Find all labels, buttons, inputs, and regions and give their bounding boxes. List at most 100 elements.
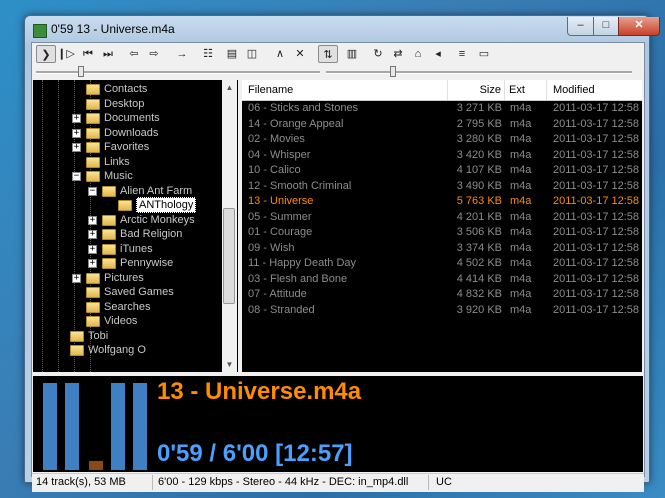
- folder-icon: [118, 200, 132, 211]
- folder-icon: [86, 272, 100, 284]
- previous-icon[interactable]: ⏮: [78, 45, 98, 63]
- table-row[interactable]: 12 - Smooth Criminal 3 490 KB m4a 2011-03-1…: [242, 179, 642, 195]
- expand-icon[interactable]: +: [88, 215, 97, 225]
- volume-icon[interactable]: ◂: [428, 45, 448, 63]
- scroll-down-icon[interactable]: ▼: [222, 357, 237, 372]
- tree-item[interactable]: Tobi: [33, 329, 221, 343]
- volume-slider[interactable]: [390, 66, 397, 77]
- tree-item-label: Saved Games: [104, 286, 174, 298]
- play-icon[interactable]: ❯: [36, 45, 56, 63]
- table-row[interactable]: 04 - Whisper 3 420 KB m4a 2011-03-17 12:58: [242, 148, 642, 164]
- expand-icon[interactable]: +: [88, 244, 97, 254]
- tree-item[interactable]: − Alien Ant Farm: [33, 184, 221, 198]
- jump-icon[interactable]: →: [172, 45, 192, 63]
- tree-scroll-thumb[interactable]: [223, 208, 235, 304]
- panel-icon[interactable]: ◫: [242, 45, 262, 63]
- position-slider[interactable]: [78, 66, 85, 77]
- table-row[interactable]: 01 - Courage 3 506 KB m4a 2011-03-17 12:58: [242, 225, 642, 241]
- table-row[interactable]: 03 - Flesh and Bone 4 414 KB m4a 2011-03-17…: [242, 272, 642, 288]
- table-row[interactable]: 08 - Stranded 3 920 KB m4a 2011-03-17 12:58: [242, 303, 642, 319]
- expand-icon[interactable]: +: [88, 230, 97, 239]
- tree-item[interactable]: + iTunes: [33, 242, 221, 256]
- up-icon[interactable]: ∧: [270, 45, 290, 63]
- cell-modified: 2011-03-17 12:58: [553, 272, 640, 285]
- equalizer-icon[interactable]: ☷: [198, 45, 218, 63]
- table-row[interactable]: 14 - Orange Appeal 2 795 KB m4a 2011-03-17 …: [242, 117, 642, 133]
- expand-icon[interactable]: +: [72, 114, 81, 123]
- expand-icon[interactable]: +: [88, 259, 97, 268]
- tree-item[interactable]: + Documents: [33, 111, 221, 125]
- remove-icon[interactable]: ✕: [290, 45, 310, 63]
- tree-item-label: Desktop: [104, 97, 145, 110]
- collapse-icon[interactable]: −: [72, 172, 81, 181]
- scroll-up-icon[interactable]: ▲: [222, 80, 237, 95]
- folder-tree[interactable]: ▲ ▼ Contacts Desktop + Documents + Downloads +…: [33, 80, 238, 372]
- tree-item[interactable]: + Pictures: [33, 271, 221, 285]
- cell-modified: 2011-03-17 12:58: [553, 288, 640, 300]
- next-icon[interactable]: ⏭: [98, 45, 118, 63]
- expand-icon[interactable]: +: [72, 273, 81, 283]
- tree-scrollbar[interactable]: ▲ ▼: [222, 80, 237, 372]
- tree-item[interactable]: − Music: [33, 169, 221, 183]
- shuffle-icon[interactable]: ⇄: [388, 45, 408, 63]
- tree-item[interactable]: + Downloads: [33, 126, 221, 140]
- expand-icon[interactable]: +: [72, 128, 81, 138]
- tree-item[interactable]: Contacts: [33, 82, 221, 96]
- table-row[interactable]: 13 - Universe 5 763 KB m4a 2011-03-17 12:58: [242, 194, 642, 210]
- tree-item[interactable]: Saved Games: [33, 285, 221, 299]
- tree-item[interactable]: Desktop: [33, 97, 221, 111]
- sort-icon[interactable]: ⇅: [318, 45, 338, 63]
- table-row[interactable]: 09 - Wish 3 374 KB m4a 2011-03-17 12:58: [242, 241, 642, 257]
- library-icon[interactable]: ≡: [452, 45, 472, 63]
- column-filename[interactable]: Filename: [242, 80, 448, 100]
- tree-item[interactable]: Links: [33, 155, 221, 169]
- minimize-view-icon[interactable]: ▤: [222, 45, 242, 63]
- folder-icon: [86, 171, 100, 182]
- tree-item-label: Music: [104, 170, 133, 182]
- tree-item-label: iTunes: [120, 242, 153, 255]
- volume-track[interactable]: [326, 71, 632, 74]
- table-row[interactable]: 05 - Summer 4 201 KB m4a 2011-03-17 12:58: [242, 210, 642, 226]
- cell-filename: 11 - Happy Death Day: [248, 257, 357, 269]
- minimize-button[interactable]: –: [567, 17, 594, 36]
- tree-item[interactable]: Searches: [33, 300, 221, 314]
- home-icon[interactable]: ⌂: [408, 45, 428, 63]
- pause-icon[interactable]: ❙▷: [56, 45, 76, 63]
- maximize-button[interactable]: □: [593, 17, 619, 36]
- cell-filename: 03 - Flesh and Bone: [248, 272, 348, 285]
- cell-filename: 08 - Stranded: [248, 303, 315, 316]
- close-button[interactable]: ✕: [618, 17, 660, 36]
- cell-ext: m4a: [510, 164, 532, 176]
- track-list[interactable]: Filename Size Ext Modified 06 - Sticks a…: [242, 80, 642, 372]
- cell-size: 3 920 KB: [456, 303, 502, 316]
- table-row[interactable]: 07 - Attitude 4 832 KB m4a 2011-03-17 12:58: [242, 287, 642, 303]
- visualizer-bar: [111, 383, 125, 470]
- tree-item[interactable]: + Arctic Monkeys: [33, 213, 221, 227]
- layout-icon[interactable]: ▥: [342, 45, 362, 63]
- expand-icon[interactable]: +: [72, 143, 81, 152]
- table-row[interactable]: 10 - Calico 4 107 KB m4a 2011-03-17 12:58: [242, 163, 642, 179]
- title-bar[interactable]: 0'59 13 - Universe.m4a – □ ✕: [25, 16, 660, 42]
- cell-ext: m4a: [510, 241, 532, 254]
- settings-icon[interactable]: ▭: [474, 45, 494, 63]
- back-folder-icon[interactable]: ⇦: [124, 45, 144, 63]
- table-row[interactable]: 02 - Movies 3 280 KB m4a 2011-03-17 12:58: [242, 132, 642, 148]
- repeat-icon[interactable]: ↻: [368, 45, 388, 63]
- tree-item[interactable]: + Favorites: [33, 140, 221, 154]
- table-row[interactable]: 11 - Happy Death Day 4 502 KB m4a 2011-03-1…: [242, 256, 642, 272]
- forward-folder-icon[interactable]: ⇨: [144, 45, 164, 63]
- tree-item[interactable]: + Bad Religion: [33, 227, 221, 241]
- cell-modified: 2011-03-17 12:58: [553, 257, 640, 269]
- tree-item[interactable]: Videos: [33, 314, 221, 328]
- table-row[interactable]: 06 - Sticks and Stones 3 271 KB m4a 2011-03…: [242, 101, 642, 117]
- collapse-icon[interactable]: −: [88, 186, 97, 196]
- folder-icon: [102, 214, 116, 226]
- column-modified[interactable]: Modified: [547, 80, 642, 100]
- folder-icon: [86, 98, 100, 110]
- cell-size: 4 414 KB: [456, 272, 502, 285]
- column-size[interactable]: Size: [448, 80, 505, 100]
- tree-item[interactable]: ANThology: [33, 197, 221, 213]
- column-ext[interactable]: Ext: [505, 80, 547, 100]
- tree-item[interactable]: Wolfgang O: [33, 343, 221, 357]
- tree-item[interactable]: + Pennywise: [33, 256, 221, 270]
